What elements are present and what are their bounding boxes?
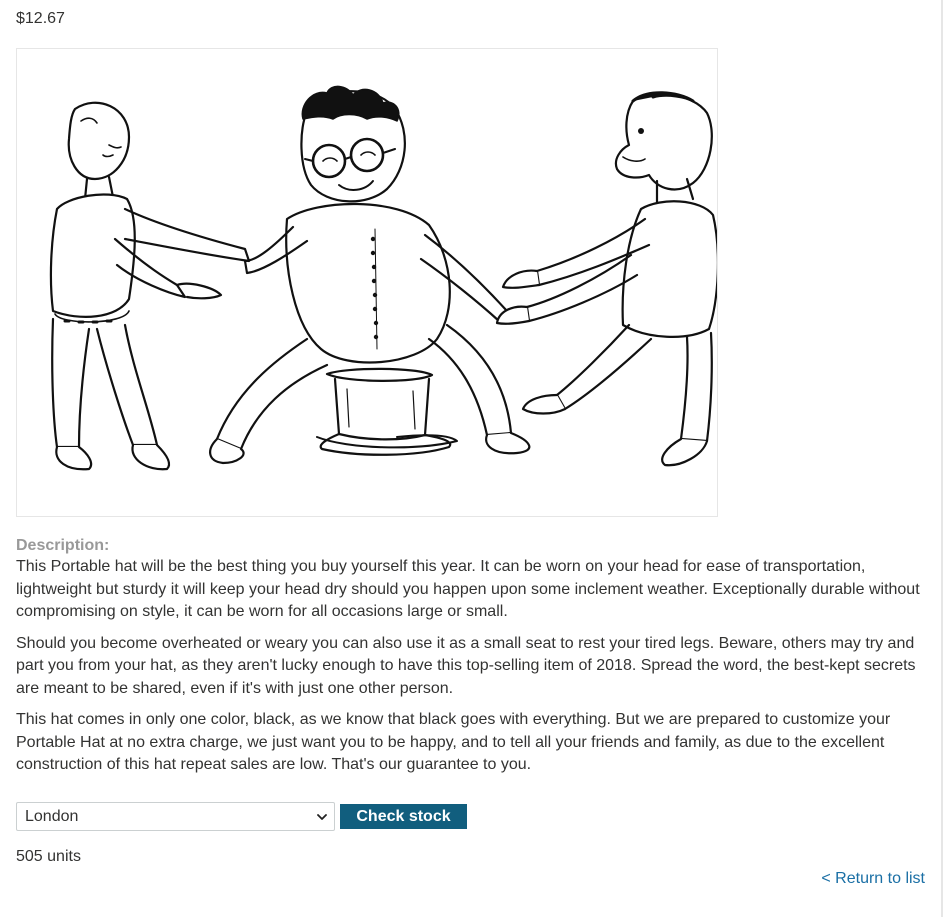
description-paragraph: This hat comes in only one color, black,…	[16, 711, 891, 773]
return-to-list-link[interactable]: < Return to list	[821, 869, 925, 889]
check-stock-button[interactable]: Check stock	[340, 804, 467, 829]
chevron-down-icon	[317, 813, 327, 820]
description-heading: Description:	[16, 537, 110, 554]
description-paragraph: Should you become overheated or weary yo…	[16, 634, 916, 697]
description-paragraph: This Portable hat will be the best thing…	[16, 558, 920, 620]
description-body: This Portable hat will be the best thing…	[16, 556, 928, 786]
product-price: $12.67	[16, 10, 65, 27]
product-image	[16, 48, 718, 517]
store-select[interactable]: London	[16, 802, 335, 831]
store-select-value: London	[25, 807, 79, 825]
product-illustration	[49, 85, 717, 471]
stock-result: 505 units	[16, 848, 81, 865]
stock-check-form: London Check stock	[16, 802, 467, 831]
